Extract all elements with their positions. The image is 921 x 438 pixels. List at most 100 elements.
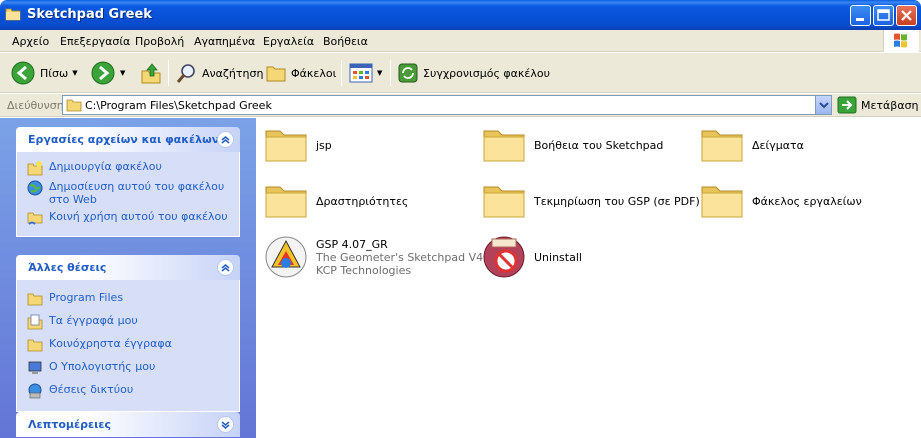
file-item[interactable]: GSP 4.07_GR The Geometer's Sketchpad V4 … <box>262 233 483 281</box>
folder-icon <box>701 130 743 162</box>
toolbar-separator <box>341 60 342 86</box>
expand-icon[interactable] <box>217 416 234 433</box>
task-share-folder[interactable]: Κοινή χρήση αυτού του φακέλου <box>17 208 239 228</box>
place-shared-documents[interactable]: Κοινόχρηστα έγγραφα <box>17 334 239 357</box>
my-computer-icon <box>28 361 42 374</box>
address-path: C:\Program Files\Sketchpad Greek <box>85 99 272 112</box>
up-folder-button[interactable] <box>140 59 162 87</box>
sync-folder-button[interactable]: Συγχρονισμός φακέλου <box>397 59 550 87</box>
file-item[interactable]: Δραστηριότητες <box>262 177 408 225</box>
file-name: Δραστηριότητες <box>316 194 409 208</box>
file-item[interactable]: Uninstall <box>480 233 582 281</box>
uninstall-icon <box>483 236 525 278</box>
forward-arrow-icon <box>91 61 115 85</box>
network-places-icon <box>28 383 42 399</box>
menu-help[interactable]: Βοήθεια <box>323 35 368 48</box>
my-documents-icon <box>27 314 43 330</box>
new-folder-icon <box>27 161 43 176</box>
file-name: Φάκελος εργαλείων <box>752 194 862 208</box>
panel-body: Δημιουργία φακέλου Δημοσίευση αυτού του … <box>16 152 240 237</box>
place-program-files[interactable]: Program Files <box>17 288 239 311</box>
details-panel: Λεπτομέρειες <box>16 412 240 437</box>
views-icon <box>349 63 373 83</box>
go-button[interactable]: Μετάβαση <box>837 96 919 114</box>
search-button[interactable]: Αναζήτηση <box>176 59 263 87</box>
panel-header[interactable]: Λεπτομέρειες <box>16 412 240 437</box>
place-label: Κοινόχρηστα έγγραφα <box>49 337 172 350</box>
file-name: Βοήθεια του Sketchpad <box>534 138 664 152</box>
folder-icon <box>483 130 525 162</box>
place-label: Τα έγγραφά μου <box>49 314 138 327</box>
collapse-icon[interactable] <box>217 131 234 148</box>
views-button[interactable]: ▼ <box>349 59 382 87</box>
task-label: στο Web <box>49 193 97 206</box>
chevron-down-icon <box>819 102 829 109</box>
collapse-icon[interactable] <box>217 259 234 276</box>
forward-button[interactable]: ▼ <box>90 59 125 87</box>
task-label: Κοινή χρήση αυτού του φακέλου <box>49 210 228 223</box>
panel-title: Λεπτομέρειες <box>28 418 112 431</box>
minimize-button[interactable] <box>850 5 871 26</box>
folders-button[interactable]: Φάκελοι <box>265 59 336 87</box>
file-item[interactable]: Βοήθεια του Sketchpad <box>480 121 663 169</box>
panel-header[interactable]: Άλλες θέσεις <box>16 255 240 280</box>
task-label-multiline: Δημοσίευση αυτού του φακέλου στο Web <box>49 180 224 206</box>
file-folder-tasks-panel: Εργασίες αρχείων και φακέλων Δημιουργία … <box>16 127 240 237</box>
folder-icon <box>265 186 307 218</box>
folder-icon <box>701 186 743 218</box>
place-network[interactable]: Θέσεις δικτύου <box>17 380 239 403</box>
sync-icon <box>398 63 418 83</box>
file-item[interactable]: Τεκμηρίωση του GSP (σε PDF) <box>480 177 700 225</box>
gsp-app-icon <box>265 236 307 278</box>
place-my-documents[interactable]: Τα έγγραφά μου <box>17 311 239 334</box>
back-button[interactable]: Πίσω ▼ <box>10 59 78 87</box>
go-arrow-icon <box>837 96 857 114</box>
place-label: Ο Υπολογιστής μου <box>49 360 156 373</box>
task-new-folder[interactable]: Δημιουργία φακέλου <box>17 158 239 178</box>
menu-tools[interactable]: Εργαλεία <box>263 35 314 48</box>
task-publish-web[interactable]: Δημοσίευση αυτού του φακέλου στο Web <box>17 178 239 208</box>
search-label: Αναζήτηση <box>202 66 264 80</box>
address-bar: Διεύθυνση C:\Program Files\Sketchpad Gre… <box>0 94 921 117</box>
task-label: Δημοσίευση αυτού του φακέλου <box>49 180 225 193</box>
address-input[interactable]: C:\Program Files\Sketchpad Greek <box>62 95 832 115</box>
toolbar-separator <box>168 60 169 86</box>
file-view: jsp Βοήθεια του Sketchpad Δείγματα Δραστ… <box>256 118 921 438</box>
file-name: Τεκμηρίωση του GSP (σε PDF) <box>534 194 700 208</box>
file-item[interactable]: Δείγματα <box>698 121 804 169</box>
window-title: Sketchpad Greek <box>27 7 152 22</box>
menu-file[interactable]: Αρχείο <box>12 35 49 48</box>
menu-view[interactable]: Προβολή <box>135 35 184 48</box>
windows-logo-icon <box>883 30 919 52</box>
panel-body: Program Files Τα έγγραφά μου Κοινόχρηστα… <box>16 280 240 412</box>
back-arrow-icon <box>11 61 35 85</box>
folders-label: Φάκελοι <box>291 66 337 80</box>
forward-dropdown-icon[interactable]: ▼ <box>120 69 125 77</box>
close-button[interactable] <box>896 5 917 26</box>
place-label: Program Files <box>49 291 124 304</box>
close-icon <box>901 10 912 21</box>
title-bar[interactable]: Sketchpad Greek <box>0 0 921 30</box>
address-dropdown-button[interactable] <box>815 96 831 114</box>
file-description: The Geometer's Sketchpad V4 <box>316 250 484 264</box>
task-label: Δημιουργία φακέλου <box>49 160 162 173</box>
back-dropdown-icon[interactable]: ▼ <box>72 69 77 77</box>
panel-title: Άλλες θέσεις <box>28 261 107 274</box>
file-name: jsp <box>316 138 332 152</box>
views-dropdown-icon[interactable]: ▼ <box>377 69 382 77</box>
file-item[interactable]: Φάκελος εργαλείων <box>698 177 862 225</box>
menu-favorites[interactable]: Αγαπημένα <box>194 35 255 48</box>
maximize-button[interactable] <box>873 5 894 26</box>
place-my-computer[interactable]: Ο Υπολογιστής μου <box>17 357 239 380</box>
share-folder-icon <box>27 212 43 225</box>
file-item[interactable]: jsp <box>262 121 332 169</box>
toolbar-separator <box>390 60 391 86</box>
folder-icon <box>5 8 21 21</box>
back-label: Πίσω <box>40 66 69 80</box>
folder-icon <box>27 293 43 306</box>
panel-header[interactable]: Εργασίες αρχείων και φακέλων <box>16 127 240 152</box>
file-company: KCP Technologies <box>316 263 412 277</box>
minimize-icon <box>856 18 864 21</box>
menu-edit[interactable]: Επεξεργασία <box>60 35 130 48</box>
go-label: Μετάβαση <box>861 98 919 112</box>
